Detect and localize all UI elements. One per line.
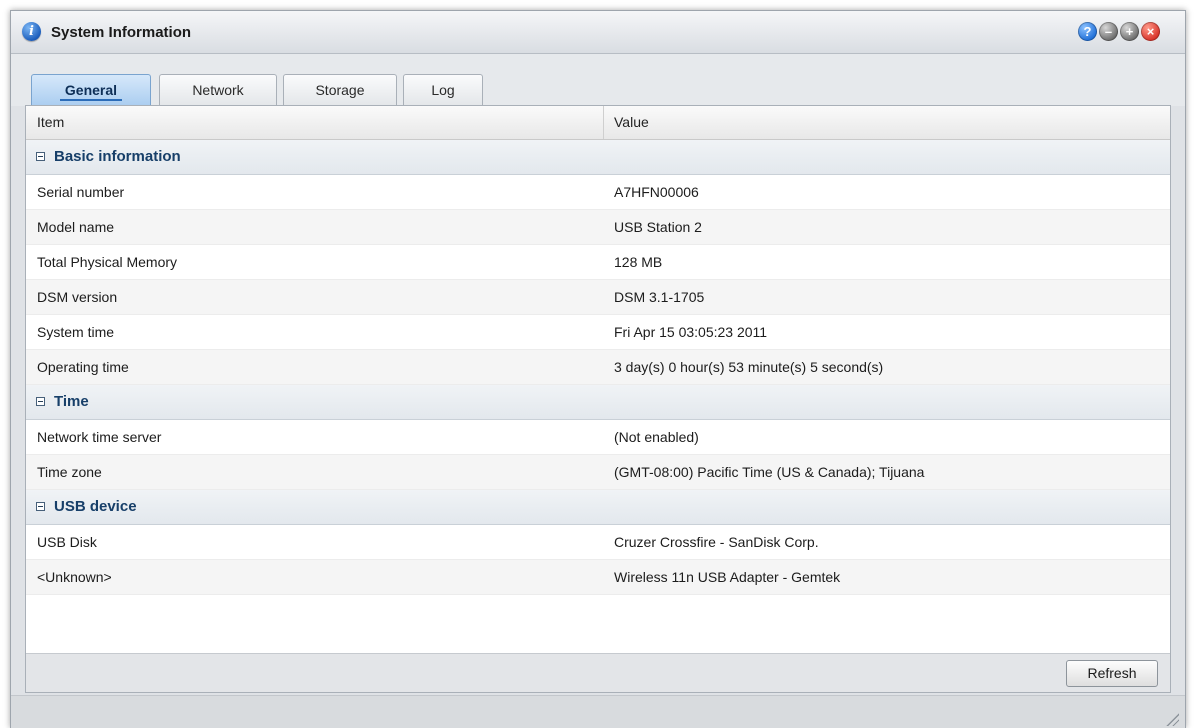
row-value: A7HFN00006 bbox=[614, 184, 699, 200]
row-item: Operating time bbox=[37, 359, 129, 375]
grid-body: Basic information Serial number A7HFN000… bbox=[26, 140, 1170, 595]
help-icon[interactable]: ? bbox=[1078, 22, 1097, 41]
group-label: Basic information bbox=[54, 148, 181, 165]
collapse-icon[interactable] bbox=[36, 152, 45, 161]
tab-general-label: General bbox=[64, 82, 118, 98]
tab-storage[interactable]: Storage bbox=[283, 74, 397, 106]
row-item: Total Physical Memory bbox=[37, 254, 178, 270]
grid-footer: Refresh bbox=[26, 653, 1170, 692]
row-value: (GMT-08:00) Pacific Time (US & Canada); … bbox=[614, 464, 925, 480]
resize-grip-icon[interactable] bbox=[1165, 712, 1179, 726]
column-header-value[interactable]: Value bbox=[614, 106, 649, 139]
table-row[interactable]: DSM version DSM 3.1-1705 bbox=[26, 280, 1170, 315]
maximize-icon[interactable]: + bbox=[1120, 22, 1139, 41]
minimize-icon[interactable]: – bbox=[1099, 22, 1118, 41]
refresh-button[interactable]: Refresh bbox=[1066, 660, 1158, 687]
group-time[interactable]: Time bbox=[26, 385, 1170, 420]
tab-network-label: Network bbox=[192, 82, 244, 98]
row-item: Serial number bbox=[37, 184, 125, 200]
tab-storage-label: Storage bbox=[315, 82, 365, 98]
close-icon[interactable]: × bbox=[1141, 22, 1160, 41]
row-value: USB Station 2 bbox=[614, 219, 702, 235]
row-value: (Not enabled) bbox=[614, 429, 699, 445]
table-row[interactable]: Serial number A7HFN00006 bbox=[26, 175, 1170, 210]
row-item: System time bbox=[37, 324, 115, 340]
row-value: Fri Apr 15 03:05:23 2011 bbox=[614, 324, 768, 340]
row-item: USB Disk bbox=[37, 534, 97, 550]
grid-header: Item Value bbox=[26, 106, 1170, 140]
system-information-window: i System Information ? – + × General Net… bbox=[10, 10, 1186, 728]
info-icon: i bbox=[22, 22, 41, 41]
active-tab-underline bbox=[60, 99, 122, 101]
group-label: Time bbox=[54, 393, 89, 410]
tab-general[interactable]: General bbox=[31, 74, 151, 106]
row-item: Model name bbox=[37, 219, 115, 235]
status-bar bbox=[11, 695, 1185, 728]
collapse-icon[interactable] bbox=[36, 397, 45, 406]
row-item: Time zone bbox=[37, 464, 102, 480]
title-bar[interactable]: i System Information ? – + × bbox=[11, 11, 1185, 54]
row-value: 128 MB bbox=[614, 254, 663, 270]
tab-log-label: Log bbox=[431, 82, 455, 98]
table-row[interactable]: System time Fri Apr 15 03:05:23 2011 bbox=[26, 315, 1170, 350]
window-title: System Information bbox=[51, 24, 192, 41]
table-row[interactable]: USB Disk Cruzer Crossfire - SanDisk Corp… bbox=[26, 525, 1170, 560]
table-row[interactable]: Operating time 3 day(s) 0 hour(s) 53 min… bbox=[26, 350, 1170, 385]
table-row[interactable]: Model name USB Station 2 bbox=[26, 210, 1170, 245]
column-header-item[interactable]: Item bbox=[37, 106, 64, 139]
tab-log[interactable]: Log bbox=[403, 74, 483, 106]
tab-strip: General Network Storage Log bbox=[11, 54, 1185, 106]
group-usb-device[interactable]: USB device bbox=[26, 490, 1170, 525]
table-row[interactable]: Network time server (Not enabled) bbox=[26, 420, 1170, 455]
group-basic-information[interactable]: Basic information bbox=[26, 140, 1170, 175]
row-value: Wireless 11n USB Adapter - Gemtek bbox=[614, 569, 841, 585]
row-item: DSM version bbox=[37, 289, 118, 305]
row-value: Cruzer Crossfire - SanDisk Corp. bbox=[614, 534, 819, 550]
row-value: 3 day(s) 0 hour(s) 53 minute(s) 5 second… bbox=[614, 359, 884, 375]
row-item: <Unknown> bbox=[37, 569, 112, 585]
column-divider[interactable] bbox=[603, 106, 604, 139]
collapse-icon[interactable] bbox=[36, 502, 45, 511]
info-grid: Item Value Basic information Serial numb… bbox=[25, 105, 1171, 693]
row-item: Network time server bbox=[37, 429, 162, 445]
table-row[interactable]: Total Physical Memory 128 MB bbox=[26, 245, 1170, 280]
table-row[interactable]: Time zone (GMT-08:00) Pacific Time (US &… bbox=[26, 455, 1170, 490]
table-row[interactable]: <Unknown> Wireless 11n USB Adapter - Gem… bbox=[26, 560, 1170, 595]
row-value: DSM 3.1-1705 bbox=[614, 289, 705, 305]
tab-network[interactable]: Network bbox=[159, 74, 277, 106]
group-label: USB device bbox=[54, 498, 137, 515]
